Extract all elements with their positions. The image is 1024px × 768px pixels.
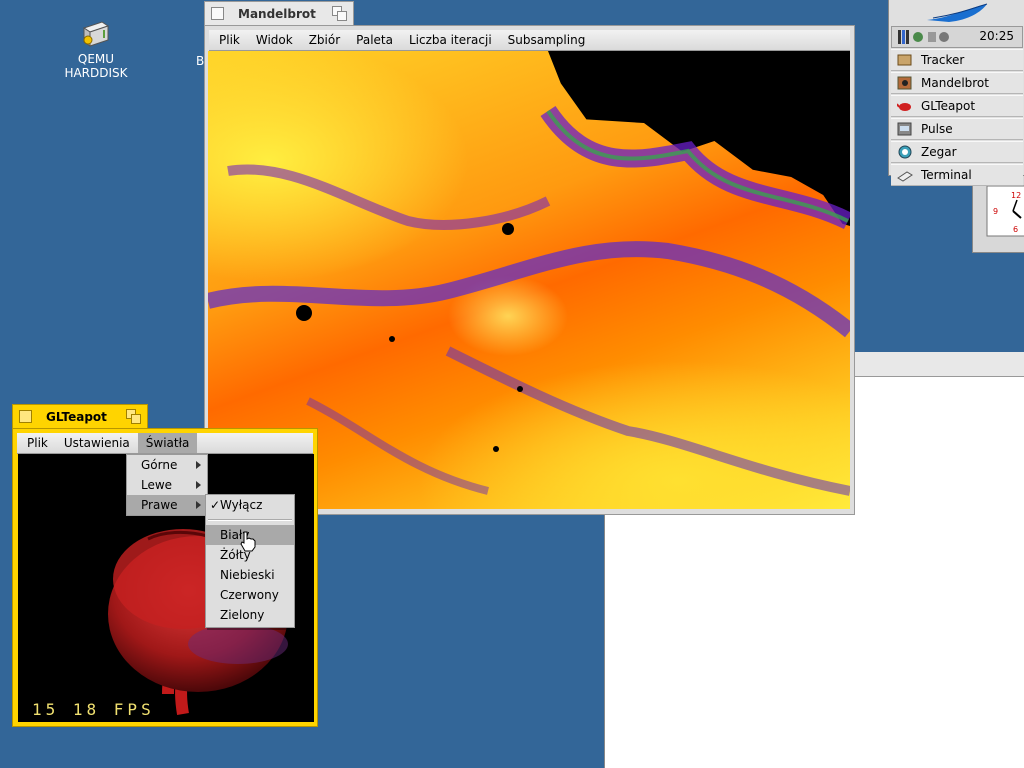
- menu-item-czerwony[interactable]: Czerwony: [206, 585, 294, 605]
- menu-item-niebieski[interactable]: Niebieski: [206, 565, 294, 585]
- tracker-icon: [897, 54, 912, 66]
- zoom-button[interactable]: [332, 6, 347, 21]
- menu-item-zielony[interactable]: Zielony: [206, 605, 294, 625]
- menu-item-prawe[interactable]: Prawe: [127, 495, 207, 515]
- menu-swiatla[interactable]: Światła: [137, 433, 198, 453]
- deskbar-clock[interactable]: 20:25: [979, 29, 1014, 43]
- glteapot-menubar: Plik Ustawienia Światła: [17, 433, 313, 454]
- menu-plik[interactable]: Plik: [19, 433, 56, 453]
- desktop-icon-harddisk[interactable]: QEMU HARDDISK: [46, 18, 146, 80]
- close-button[interactable]: [19, 410, 32, 423]
- desktop-icon-label: QEMU HARDDISK: [64, 52, 128, 80]
- tray-icons[interactable]: [898, 29, 950, 45]
- svg-text:12: 12: [1011, 191, 1021, 200]
- zoom-button[interactable]: [126, 409, 141, 424]
- submenu-arrow-icon: [196, 461, 201, 469]
- menu-item-wylacz[interactable]: ✓ Wyłącz: [206, 495, 294, 515]
- submenu-arrow-icon: [196, 481, 201, 489]
- deskbar-item-pulse[interactable]: Pulse: [891, 118, 1023, 140]
- deskbar: 20:25 Tracker Mandelbrot GLTeapot Pulse …: [888, 0, 1024, 186]
- deskbar-item-label: Mandelbrot: [921, 76, 989, 90]
- deskbar-item-label: Pulse: [921, 122, 953, 136]
- submenu-arrow-icon: [196, 501, 201, 509]
- window-title: Mandelbrot: [238, 6, 316, 21]
- deskbar-tray: 20:25: [891, 26, 1023, 48]
- window-title: GLTeapot: [46, 409, 107, 424]
- svg-text:9: 9: [993, 207, 998, 216]
- svg-text:6: 6: [1013, 225, 1018, 234]
- menu-item-lewe[interactable]: Lewe: [127, 475, 207, 495]
- desktop-icon-label: B: [196, 54, 205, 68]
- fps-counter: 15 18 FPS: [32, 700, 155, 719]
- menu-item-gorne[interactable]: Górne: [127, 455, 207, 475]
- deskbar-item-label: Terminal: [921, 168, 972, 182]
- right-light-submenu: ✓ Wyłącz Biały Żółty Niebieski Czerwony …: [205, 494, 295, 628]
- clock-icon: [898, 145, 912, 159]
- deskbar-item-terminal[interactable]: Terminal: [891, 164, 1023, 186]
- menu-zbior[interactable]: Zbiór: [301, 30, 348, 50]
- terminal-icon: [897, 171, 913, 182]
- mandelbrot-menubar: Plik Widok Zbiór Paleta Liczba iteracji …: [209, 30, 850, 51]
- deskbar-logo[interactable]: [889, 0, 1024, 26]
- close-button[interactable]: [211, 7, 224, 20]
- harddisk-icon: [82, 21, 110, 47]
- glteapot-window-tab[interactable]: GLTeapot: [12, 404, 148, 428]
- menu-ustawienia[interactable]: Ustawienia: [56, 433, 138, 453]
- deskbar-item-mandelbrot[interactable]: Mandelbrot: [891, 72, 1023, 94]
- feather-logo-icon: [927, 3, 988, 22]
- menu-paleta[interactable]: Paleta: [348, 30, 401, 50]
- menu-widok[interactable]: Widok: [248, 30, 301, 50]
- deskbar-item-label: Zegar: [921, 145, 957, 159]
- menu-plik[interactable]: Plik: [211, 30, 248, 50]
- menu-liczba-iteracji[interactable]: Liczba iteracji: [401, 30, 500, 50]
- mandelbrot-window-tab[interactable]: Mandelbrot: [204, 1, 354, 25]
- teapot-icon: [897, 103, 911, 111]
- analog-clock-icon: 12 9 6: [986, 185, 1024, 237]
- menu-subsampling[interactable]: Subsampling: [500, 30, 594, 50]
- pulse-icon: [897, 122, 912, 136]
- menu-separator: [208, 519, 292, 521]
- deskbar-item-zegar[interactable]: Zegar: [891, 141, 1023, 163]
- hand-cursor-icon: [240, 531, 256, 552]
- deskbar-item-label: GLTeapot: [921, 99, 976, 113]
- deskbar-item-glteapot[interactable]: GLTeapot: [891, 95, 1023, 117]
- deskbar-item-tracker[interactable]: Tracker: [891, 49, 1023, 71]
- checkmark-icon: ✓: [210, 498, 221, 512]
- deskbar-item-label: Tracker: [921, 53, 965, 67]
- mandelbrot-icon: [897, 76, 912, 90]
- clock-replicant[interactable]: 12 9 6: [972, 175, 1024, 253]
- background-window-titlebar[interactable]: [852, 352, 1024, 377]
- lights-menu: Górne Lewe Prawe: [126, 454, 208, 516]
